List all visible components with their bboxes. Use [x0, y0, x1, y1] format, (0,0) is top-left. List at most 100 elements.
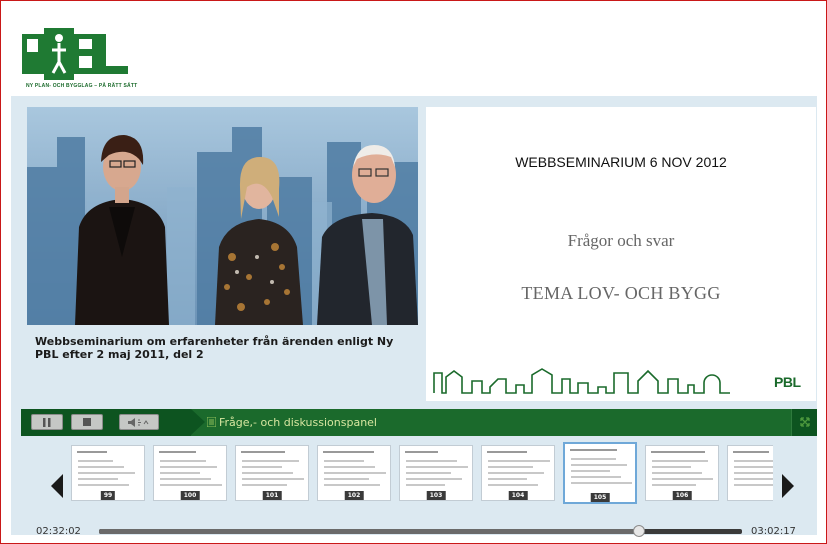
thumbnail-text-line [652, 460, 708, 462]
seek-handle[interactable] [633, 525, 646, 537]
pause-button[interactable] [31, 414, 63, 430]
video-frame[interactable] [27, 107, 418, 325]
slide-thumbnail[interactable]: 102 [317, 445, 391, 501]
thumbnail-text-line [242, 478, 304, 480]
presenters-video [27, 107, 418, 325]
thumbnail-text-line [324, 472, 386, 474]
thumbnail-text-line [652, 484, 696, 486]
fullscreen-icon [800, 417, 810, 427]
thumbnail-title-line [241, 451, 285, 453]
list-icon [207, 417, 216, 427]
seek-bar-progress [99, 529, 640, 534]
thumbnail-text-line [488, 460, 550, 462]
slide-thumbnail[interactable]: 105 [563, 442, 637, 504]
pbl-logo [22, 28, 128, 80]
thumbnail-text-line [160, 466, 217, 468]
thumbnail-title-line [77, 451, 107, 453]
thumbnail-text-line [78, 484, 129, 486]
video-caption: Webbseminarium om erfarenheter från ären… [35, 335, 394, 361]
slide-thumbnail[interactable]: 106 [645, 445, 719, 501]
thumbnail-title-line [733, 451, 769, 453]
thumbnail-text-line [324, 466, 375, 468]
thumbnail-text-line [78, 460, 113, 462]
thumbnail-text-line [734, 472, 773, 474]
slide-pbl-logo: PBL [774, 374, 801, 390]
thumbnail-text-line [652, 472, 702, 474]
pause-icon [43, 417, 51, 427]
thumbnail-title-line [570, 449, 617, 451]
thumbnail-text-line [488, 466, 533, 468]
thumbnail-text-line [324, 460, 364, 462]
thumbnail-text-line [734, 484, 773, 486]
thumbnail-text-line [406, 460, 457, 462]
thumbnail-number: 106 [672, 491, 692, 500]
thumbnail-text-line [406, 484, 445, 486]
thumbnail-text-line [160, 460, 206, 462]
thumbnail-text-line [488, 484, 538, 486]
thumbnail-text-line [324, 478, 369, 480]
thumbnail-text-line [78, 478, 118, 480]
slide-thumbnail-strip: 99 100 101 102 103 104 105 106 [61, 441, 773, 511]
thumbnail-number: 101 [262, 491, 282, 500]
thumbnail-text-line [571, 464, 627, 466]
slide-thumbnail[interactable]: 99 [71, 445, 145, 501]
thumbnail-title-line [159, 451, 196, 453]
slide-thumbnail[interactable]: 103 [399, 445, 473, 501]
slide-panel: WEBBSEMINARIUM 6 NOV 2012 Frågor och sva… [426, 107, 816, 401]
thumbnail-text-line [78, 472, 135, 474]
thumbnail-text-line [652, 466, 691, 468]
thumbnail-text-line [571, 482, 632, 484]
thumbnail-text-line [324, 484, 380, 486]
thumbnail-text-line [78, 466, 124, 468]
control-divider [191, 409, 205, 435]
current-time: 02:32:02 [36, 526, 81, 537]
control-bar: Fråge,- och diskussionspanel [21, 409, 817, 436]
thumbnail-text-line [406, 472, 451, 474]
thumbnail-text-line [734, 460, 773, 462]
volume-button[interactable] [119, 414, 159, 430]
thumbnail-title-line [405, 451, 438, 453]
thumbnail-title-line [651, 451, 705, 453]
thumbnail-number: 100 [180, 491, 200, 500]
thumbnail-text-line [488, 472, 544, 474]
thumbnail-text-line [160, 484, 222, 486]
thumbnail-text-line [734, 466, 773, 468]
thumbnail-title-line [323, 451, 374, 453]
thumbnail-number: 104 [508, 491, 528, 500]
stop-button[interactable] [71, 414, 103, 430]
thumbnail-text-line [488, 478, 527, 480]
slide-heading: WEBBSEMINARIUM 6 NOV 2012 [515, 154, 727, 170]
logo-tagline: NY PLAN- OCH BYGGLAG – PÅ RÄTT SÄTT [26, 83, 138, 89]
thumbnail-text-line [242, 472, 293, 474]
thumbnail-text-line [652, 478, 713, 480]
seek-bar[interactable] [99, 525, 742, 537]
thumbnail-text-line [242, 484, 287, 486]
slide-thumbnail[interactable]: 100 [153, 445, 227, 501]
thumbnail-number: 102 [344, 491, 364, 500]
slide-thumbnail[interactable]: 101 [235, 445, 309, 501]
thumbnail-text-line [571, 470, 610, 472]
next-slides-arrow[interactable] [782, 474, 794, 498]
volume-icon [128, 417, 149, 427]
slide-thumbnail[interactable] [727, 445, 773, 501]
header: NY PLAN- OCH BYGGLAG – PÅ RÄTT SÄTT [11, 13, 817, 96]
total-time: 03:02:17 [751, 526, 796, 537]
slide-theme: TEMA LOV- OCH BYGG [521, 283, 721, 303]
thumbnail-text-line [734, 478, 773, 480]
playback-controls [21, 409, 191, 436]
thumbnail-number: 103 [426, 491, 446, 500]
fullscreen-button[interactable] [791, 409, 817, 436]
stop-icon [83, 418, 91, 426]
thumbnail-text-line [571, 476, 621, 478]
slide-thumbnail[interactable]: 104 [481, 445, 555, 501]
discussion-panel-link[interactable]: Fråge,- och diskussionspanel [219, 416, 377, 429]
thumbnail-title-line [487, 451, 527, 453]
thumbnail-text-line [406, 466, 468, 468]
slide-subtitle: Frågor och svar [567, 231, 675, 250]
skyline-line-graphic [433, 368, 730, 394]
thumbnail-text-line [160, 472, 200, 474]
thumbnail-text-line [406, 478, 462, 480]
thumbnail-number: 105 [590, 493, 610, 502]
thumbnail-text-line [571, 458, 616, 460]
thumbnail-text-line [160, 478, 211, 480]
